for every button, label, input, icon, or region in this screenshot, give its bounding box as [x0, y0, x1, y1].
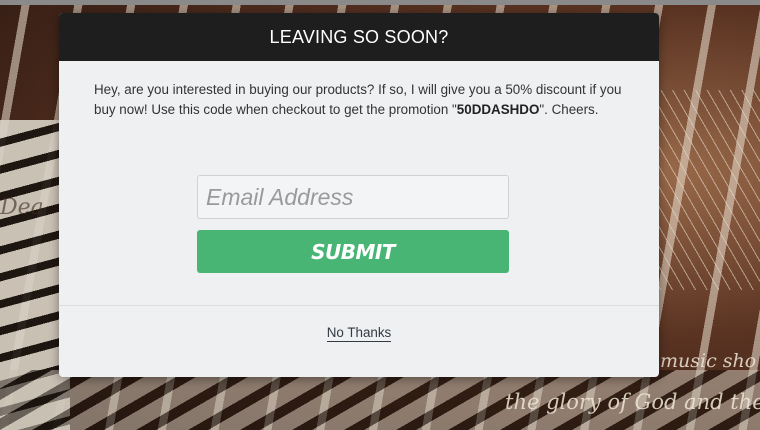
modal-header: LEAVING SO SOON?: [59, 13, 659, 61]
submit-button[interactable]: SUBMIT: [197, 230, 509, 273]
background-text-line-1: music sho: [660, 350, 757, 372]
no-thanks-container: No Thanks: [59, 324, 659, 342]
exit-intent-modal: LEAVING SO SOON? Hey, are you interested…: [59, 13, 659, 377]
no-thanks-link[interactable]: No Thanks: [326, 325, 392, 342]
email-input[interactable]: [197, 175, 509, 219]
background-text-fragment: Dea: [0, 195, 44, 220]
background-text-line-2: the glory of God and the re: [505, 390, 760, 414]
message-text-end: ". Cheers.: [539, 102, 599, 117]
promo-code: 50DDASHDO: [456, 102, 540, 117]
submit-label: SUBMIT: [311, 239, 395, 264]
modal-message: Hey, are you interested in buying our pr…: [94, 80, 624, 120]
top-bar: [0, 0, 760, 5]
modal-title: LEAVING SO SOON?: [269, 26, 449, 47]
background-piano-strings: [650, 90, 760, 290]
divider: [59, 305, 659, 306]
